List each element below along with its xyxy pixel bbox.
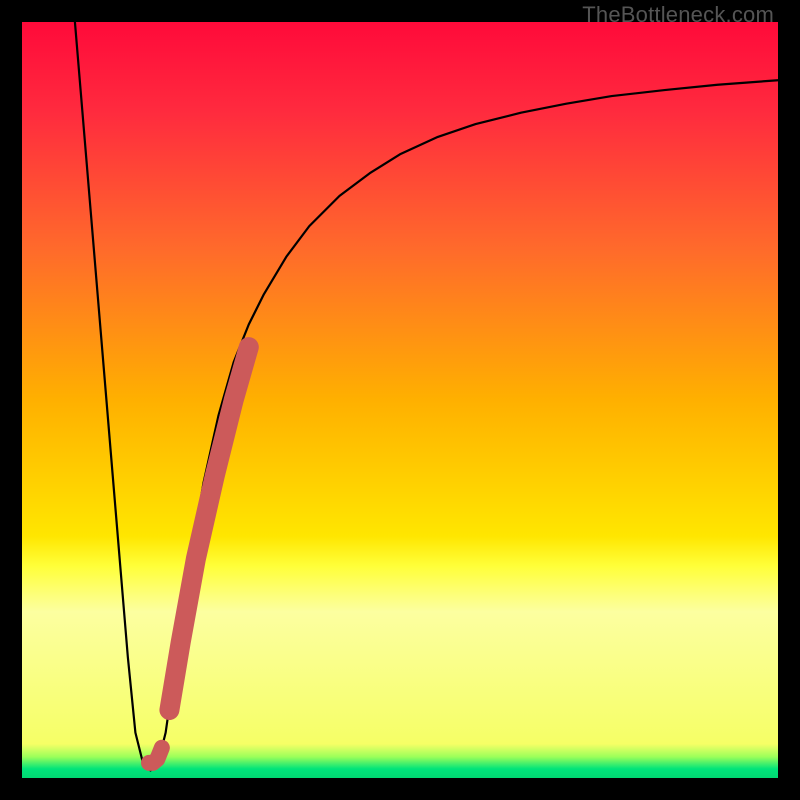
curve-layer (22, 22, 778, 778)
highlight-segment-rise (169, 347, 248, 710)
watermark-text: TheBottleneck.com (582, 2, 774, 28)
plot-area (22, 22, 778, 778)
highlight-segment-low (149, 748, 162, 763)
chart-frame: TheBottleneck.com (0, 0, 800, 800)
